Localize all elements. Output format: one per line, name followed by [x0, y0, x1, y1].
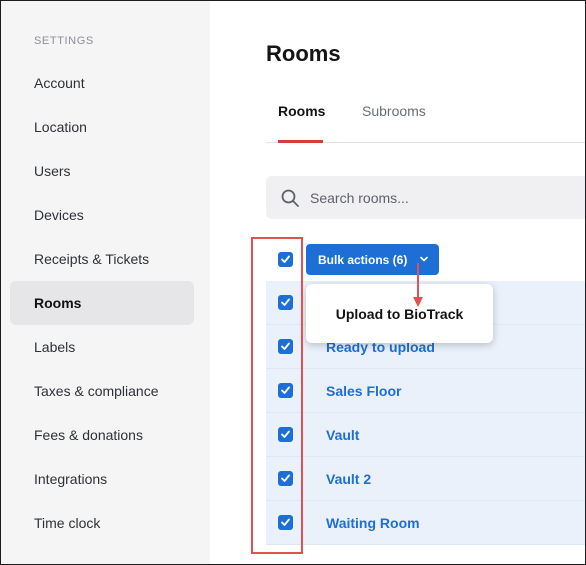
table-row[interactable]: Vault: [266, 413, 585, 457]
sidebar-item-labels[interactable]: Labels: [10, 325, 194, 369]
sidebar-heading: SETTINGS: [34, 35, 94, 47]
sidebar-item-location[interactable]: Location: [10, 105, 194, 149]
tab-bar: Rooms Subrooms: [266, 93, 585, 143]
bulk-actions-label: Bulk actions (6): [318, 252, 408, 267]
active-tab-indicator: [278, 140, 323, 143]
page-title: Rooms: [266, 41, 341, 66]
table-row[interactable]: Sales Floor: [266, 369, 585, 413]
annotation-arrow-icon: [413, 263, 423, 307]
room-name[interactable]: Vault 2: [326, 471, 371, 487]
annotation-highlight-box: [251, 237, 303, 554]
room-name[interactable]: Vault: [326, 427, 359, 443]
sidebar-item-integrations[interactable]: Integrations: [10, 457, 194, 501]
sidebar-item-account[interactable]: Account: [10, 61, 194, 105]
table-header-row: Bulk actions (6): [266, 237, 585, 281]
tab-rooms[interactable]: Rooms: [278, 103, 325, 119]
sidebar-item-fees-donations[interactable]: Fees & donations: [10, 413, 194, 457]
sidebar-nav: Account Location Users Devices Receipts …: [10, 61, 194, 545]
tab-subrooms[interactable]: Subrooms: [362, 103, 426, 119]
sidebar-item-users[interactable]: Users: [10, 149, 194, 193]
sidebar-item-devices[interactable]: Devices: [10, 193, 194, 237]
search-icon: [281, 189, 299, 207]
app-frame: SETTINGS Account Location Users Devices …: [0, 0, 586, 565]
sidebar-item-rooms[interactable]: Rooms: [10, 281, 194, 325]
sidebar-item-receipts-tickets[interactable]: Receipts & Tickets: [10, 237, 194, 281]
settings-sidebar: SETTINGS Account Location Users Devices …: [1, 1, 210, 564]
search-input[interactable]: Search rooms...: [266, 176, 585, 219]
room-name[interactable]: Waiting Room: [326, 515, 420, 531]
sidebar-item-taxes-compliance[interactable]: Taxes & compliance: [10, 369, 194, 413]
search-placeholder: Search rooms...: [310, 189, 409, 206]
menu-item-upload-biotrack[interactable]: Upload to BioTrack: [336, 306, 464, 322]
table-row[interactable]: Waiting Room: [266, 501, 585, 545]
bulk-actions-menu: Upload to BioTrack: [306, 284, 493, 343]
table-row[interactable]: Vault 2: [266, 457, 585, 501]
room-name[interactable]: Sales Floor: [326, 383, 401, 399]
sidebar-item-time-clock[interactable]: Time clock: [10, 501, 194, 545]
